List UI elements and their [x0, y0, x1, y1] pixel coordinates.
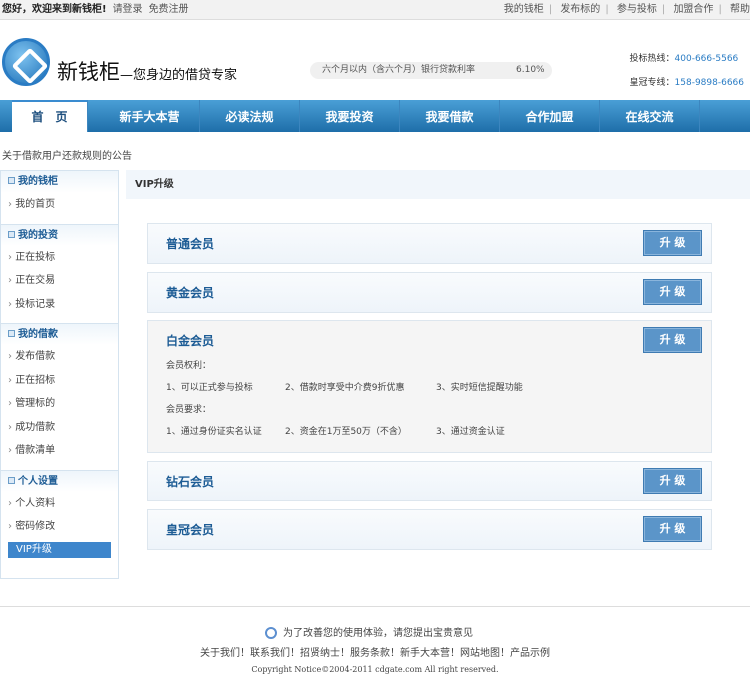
upgrade-button[interactable]: 升 级: [643, 468, 702, 494]
upgrade-button[interactable]: 升 级: [643, 279, 702, 305]
square-icon: [8, 177, 15, 184]
upgrade-button[interactable]: 升 级: [643, 230, 702, 256]
hotlines: 投标热线：400-666-5566 皇冠专线：158-9898-6666: [630, 47, 745, 95]
sidebar-item-home[interactable]: 我的首页: [1, 193, 118, 217]
top-link-publish[interactable]: 发布标的: [560, 4, 600, 15]
rate-banner: 六个月以内（含六个月）银行贷款利率 6.10%: [310, 62, 552, 79]
sidebar-item-tendering[interactable]: 正在招标: [1, 369, 118, 393]
requirement-item: 1、通过身份证实名认证: [166, 427, 262, 437]
right-item: 3、实时短信提醒功能: [436, 383, 523, 393]
hotline-label: 投标热线：: [629, 54, 675, 64]
nav-partner[interactable]: 合作加盟: [500, 100, 600, 132]
vip-line-label: 皇冠专线：: [629, 78, 675, 88]
square-icon: [8, 330, 15, 337]
level-card-gold: 黄金会员 升 级: [147, 272, 712, 313]
level-card-platinum: 白金会员 升 级 会员权利： 1、可以正式参与投标 2、借款时享受中介费9折优惠…: [147, 320, 712, 453]
level-card-regular: 普通会员 升 级: [147, 223, 712, 264]
notice-link[interactable]: 关于借款用户还款规则的公告: [2, 147, 132, 162]
right-item: 1、可以正式参与投标: [166, 383, 253, 393]
footer-links[interactable]: 关于我们！联系我们！招贤纳士！服务条款！新手大本营！网站地图！产品示例: [0, 644, 750, 659]
requirement-item: 2、资金在1万至50万（不含）: [285, 427, 407, 437]
sidebar-group-settings: 个人设置: [1, 469, 118, 492]
nav-regulations[interactable]: 必读法规: [200, 100, 300, 132]
sidebar-item-bidding[interactable]: 正在投标: [1, 246, 118, 270]
sidebar-item-profile[interactable]: 个人资料: [1, 492, 118, 516]
sidebar-item-password[interactable]: 密码修改: [1, 515, 118, 539]
page-title: VIP升级: [126, 170, 750, 199]
rate-label: 六个月以内（含六个月）银行贷款利率: [322, 65, 476, 75]
brand: 新钱柜—您身边的借贷专家: [57, 56, 237, 86]
vip-line-number: 158-9898-6666: [674, 78, 744, 88]
level-name: 皇冠会员: [166, 523, 215, 537]
slogan: —您身边的借贷专家: [120, 68, 238, 83]
sidebar-item-loan-list[interactable]: 借款清单: [1, 439, 118, 463]
requirement-item: 3、通过资金认证: [436, 427, 505, 437]
requirements-label: 会员要求：: [166, 405, 212, 415]
nav-newbie[interactable]: 新手大本营: [100, 100, 200, 132]
square-icon: [8, 230, 15, 238]
sidebar-item-trading[interactable]: 正在交易: [1, 269, 118, 293]
top-bar: 您好，欢迎来到新钱柜! 请登录 免费注册 我的钱柜 | 发布标的 | 参与投标 | 加盟合…: [0, 0, 750, 20]
rights-label: 会员权利：: [166, 361, 212, 371]
footer-divider: [0, 606, 750, 607]
upgrade-button[interactable]: 升 级: [643, 516, 702, 542]
nav-invest[interactable]: 我要投资: [300, 100, 400, 132]
logo-icon[interactable]: [2, 38, 50, 86]
square-icon: [8, 476, 15, 484]
greeting: 您好，欢迎来到新钱柜!: [2, 4, 107, 15]
top-link-join[interactable]: 加盟合作: [673, 4, 713, 15]
level-name: 黄金会员: [166, 286, 215, 300]
level-name: 普通会员: [166, 237, 215, 251]
sidebar-group-my-loans: 我的借款: [1, 323, 118, 345]
sidebar-item-successful[interactable]: 成功借款: [1, 416, 118, 440]
sidebar-item-vip[interactable]: VIP升级: [8, 541, 111, 558]
nav-home[interactable]: 首 页: [12, 100, 88, 132]
nav-chat[interactable]: 在线交流: [600, 100, 700, 132]
sidebar-group-my-investment: 我的投资: [1, 223, 118, 246]
sidebar-item-publish-loan[interactable]: 发布借款: [1, 345, 118, 369]
copyright: Copyright Notice©2004-2011 cdgate.com Al…: [251, 665, 499, 674]
level-name: 白金会员: [166, 334, 215, 348]
sidebar-item-bid-records[interactable]: 投标记录: [1, 293, 118, 317]
sidebar-item-manage[interactable]: 管理标的: [1, 392, 118, 416]
register-link[interactable]: 免费注册: [149, 4, 189, 15]
feedback-link[interactable]: 为了改善您的使用体验，请您提出宝贵意见: [265, 624, 473, 639]
sidebar-group-my-account: 我的钱柜: [1, 171, 118, 193]
hotline-number: 400-666-5566: [674, 54, 739, 64]
level-card-diamond: 钻石会员 升 级: [147, 461, 712, 501]
main-nav: 首 页 新手大本营 必读法规 我要投资 我要借款 合作加盟 在线交流: [0, 100, 750, 132]
nav-borrow[interactable]: 我要借款: [400, 100, 500, 132]
level-card-crown: 皇冠会员 升 级: [147, 509, 712, 550]
upgrade-button[interactable]: 升 级: [643, 327, 702, 353]
right-item: 2、借款时享受中介费9折优惠: [285, 383, 405, 393]
login-link[interactable]: 请登录: [113, 4, 143, 15]
brand-name: 新钱柜: [57, 60, 120, 84]
check-icon: [265, 627, 277, 639]
sidebar: 我的钱柜 我的首页 我的投资 正在投标 正在交易 投标记录 我的借款 发布借款 …: [0, 170, 119, 579]
level-name: 钻石会员: [166, 475, 215, 489]
rate-value: 6.10%: [516, 65, 545, 75]
top-link-bid[interactable]: 参与投标: [617, 4, 657, 15]
top-link-help[interactable]: 帮助: [730, 4, 750, 15]
top-link-my-account[interactable]: 我的钱柜: [504, 4, 544, 15]
